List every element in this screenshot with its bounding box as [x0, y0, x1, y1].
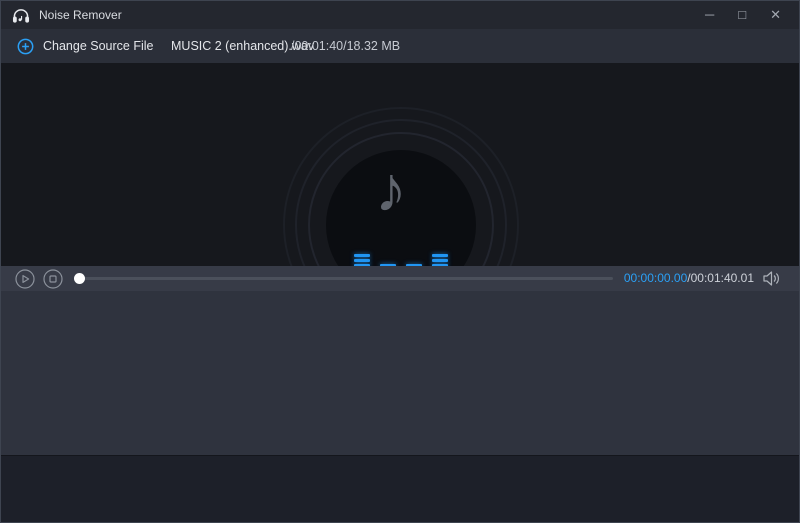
music-note-icon: ♪: [375, 157, 407, 221]
settings-panel: Audio Track: PCM_F32LE-1Channel ▼ Enable…: [1, 291, 799, 456]
source-bar: Change Source File MUSIC 2 (enhanced).wa…: [1, 29, 799, 63]
title-bar: Noise Remover ─ □ ✕: [1, 1, 799, 29]
app-logo-headphones-icon: [11, 7, 31, 24]
window-title: Noise Remover: [39, 8, 122, 22]
close-icon[interactable]: ✕: [770, 1, 781, 29]
total-time: /00:01:40.01: [687, 271, 754, 285]
player-bar: 00:00:00.00/00:01:40.01: [1, 266, 799, 291]
time-display: 00:00:00.00/00:01:40.01: [624, 266, 754, 291]
volume-speaker-icon[interactable]: [763, 271, 781, 286]
output-bar: Name: MUSIC 2 (enhanced)_denois.mp3 ✎ Ou…: [1, 456, 799, 523]
playback-progress-slider[interactable]: [77, 277, 613, 280]
minimize-icon[interactable]: ─: [705, 1, 714, 29]
current-time: 00:00:00.00: [624, 271, 687, 285]
source-file-info: /00:01:40/18.32 MB: [291, 39, 400, 53]
playback-progress-thumb[interactable]: [74, 273, 85, 284]
stop-button[interactable]: [43, 269, 63, 289]
maximize-icon[interactable]: □: [738, 1, 746, 29]
noise-remover-window: Noise Remover ─ □ ✕ Change Source File M…: [0, 0, 800, 523]
add-source-icon[interactable]: [17, 38, 34, 55]
change-source-file-button[interactable]: Change Source File: [43, 39, 153, 53]
audio-preview-area: ♪: [1, 63, 799, 266]
play-button[interactable]: [15, 269, 35, 289]
window-controls: ─ □ ✕: [705, 1, 789, 29]
